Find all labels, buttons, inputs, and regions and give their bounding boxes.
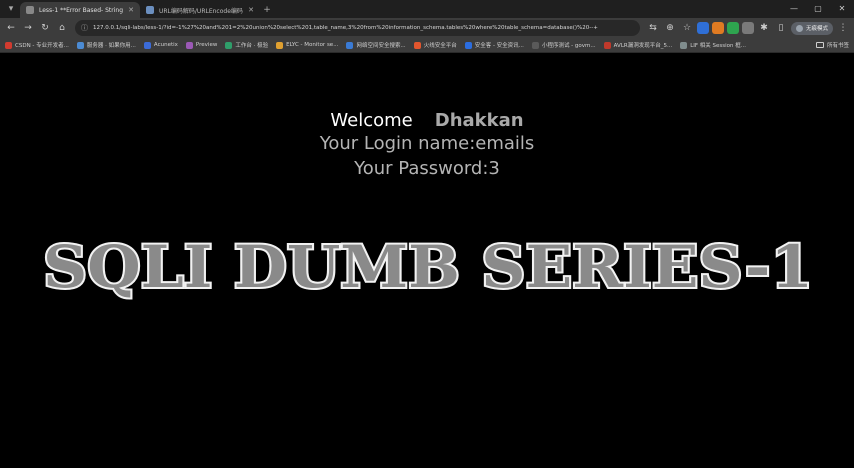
tab-favicon-icon [146, 6, 154, 14]
bookmark-item[interactable]: 工作台 · 极验 [225, 41, 268, 49]
tab-close-icon[interactable]: ✕ [128, 6, 134, 14]
bookmark-favicon-icon [680, 41, 688, 49]
close-window-icon[interactable]: ✕ [830, 0, 854, 16]
bookmark-favicon-icon [143, 41, 151, 49]
bookmark-item[interactable]: ELYC - Monitor se... [276, 41, 339, 49]
bookmark-label: 小程序测试 - govm... [541, 43, 596, 49]
menu-kebab-icon[interactable]: ⋮ [836, 21, 850, 35]
site-info-icon[interactable]: ⓘ [81, 23, 88, 33]
tab-title: Less-1 **Error Based- String** [39, 6, 124, 14]
home-icon[interactable]: ⌂ [55, 21, 69, 35]
window-controls: — ▢ ✕ [782, 0, 854, 16]
zoom-icon[interactable]: ⊕ [663, 21, 677, 35]
profile-button[interactable]: 无痕模式 [790, 21, 833, 35]
welcome-line: Welcome Dhakkan [0, 110, 854, 132]
bookmarks-bar: CSDN - 专业开发者... 服务器 · 如果你用... Acunetix P… [0, 38, 854, 53]
extensions-puzzle-icon[interactable]: ✱ [757, 21, 771, 35]
bookmark-star-icon[interactable]: ☆ [680, 21, 694, 35]
all-bookmarks-label: 所有书签 [826, 43, 849, 49]
tab-search-icon[interactable]: ▾ [4, 2, 18, 16]
bookmark-item[interactable]: 小程序测试 - govm... [531, 41, 596, 49]
bookmark-item[interactable]: Acunetix [143, 41, 178, 49]
password-text: Your Password:3 [354, 158, 500, 179]
bookmark-label: 服务器 · 如果你用... [86, 43, 136, 49]
back-icon[interactable]: ← [4, 21, 18, 35]
tab-close-icon[interactable]: ✕ [248, 6, 254, 14]
bookmark-favicon-icon [185, 41, 193, 49]
bookmark-label: ELYC - Monitor se... [286, 42, 339, 48]
tab-title: URL编码解码/URLEncode编码 [159, 7, 243, 15]
forward-icon[interactable]: → [21, 21, 35, 35]
reload-icon[interactable]: ↻ [38, 21, 52, 35]
browser-toolbar: ← → ↻ ⌂ ⓘ 127.0.0.1/sqli-labs/less-1/?id… [0, 18, 854, 38]
bookmark-label: Acunetix [153, 42, 178, 48]
bookmark-label: Preview [195, 42, 218, 48]
address-url[interactable]: 127.0.0.1/sqli-labs/less-1/?id=-1%27%20a… [93, 25, 634, 31]
incognito-icon [795, 24, 803, 32]
bookmark-item[interactable]: 火线安全平台 [413, 41, 457, 49]
bookmark-item[interactable]: CSDN - 专业开发者... [5, 41, 69, 49]
bookmark-label: 火线安全平台 [423, 43, 457, 49]
bookmark-label: LIF 相关 Session 框... [690, 43, 747, 49]
minimize-icon[interactable]: — [782, 0, 806, 16]
tab-less-1[interactable]: Less-1 **Error Based- String** ✕ [20, 2, 140, 18]
address-bar[interactable]: ⓘ 127.0.0.1/sqli-labs/less-1/?id=-1%27%2… [75, 20, 640, 36]
bookmark-favicon-icon [276, 41, 284, 49]
sqli-banner: SQLI DUMB SERIES-1 [41, 231, 815, 301]
bookmark-favicon-icon [603, 41, 611, 49]
bookmark-label: CSDN - 专业开发者... [15, 43, 69, 49]
bookmark-favicon-icon [5, 41, 12, 49]
bookmark-favicon-icon [531, 41, 539, 49]
bookmark-item[interactable]: 服务器 · 如果你用... [76, 41, 136, 49]
all-bookmarks-folder[interactable]: 所有书签 [815, 41, 849, 49]
bookmark-label: 网络空间安全搜索... [356, 43, 406, 49]
tab-urlencode[interactable]: URL编码解码/URLEncode编码 ✕ [140, 2, 260, 18]
sidebar-icon[interactable]: ▯ [774, 21, 788, 35]
bookmark-favicon-icon [225, 41, 233, 49]
bookmark-label: 工作台 · 极验 [235, 43, 269, 49]
folder-icon [815, 42, 824, 48]
maximize-icon[interactable]: ▢ [806, 0, 830, 16]
banner-text: SQLI DUMB SERIES-1 [43, 233, 813, 301]
tab-favicon-icon [26, 6, 34, 14]
profile-label: 无痕模式 [805, 26, 828, 32]
bookmark-item[interactable]: AVLR漏洞发现平台_5... [603, 41, 673, 49]
bookmark-favicon-icon [346, 41, 354, 49]
tab-strip: ▾ Less-1 **Error Based- String** ✕ URL编码… [0, 0, 854, 18]
bookmark-favicon-icon [76, 41, 84, 49]
bookmark-favicon-icon [413, 41, 421, 49]
login-name-text: Your Login name:emails [319, 133, 535, 154]
extension-icon[interactable] [741, 22, 754, 34]
brand-name: Dhakkan [434, 110, 524, 131]
translate-icon[interactable]: ⇆ [646, 21, 660, 35]
extension-icon[interactable] [711, 22, 724, 34]
extension-icon[interactable] [726, 22, 739, 34]
extension-icon[interactable] [696, 22, 709, 34]
bookmark-label: 安全客 - 安全资讯... [474, 43, 524, 49]
welcome-text: Welcome [330, 110, 413, 131]
bookmark-label: AVLR漏洞发现平台_5... [613, 43, 673, 49]
bookmark-item[interactable]: 网络空间安全搜索... [346, 41, 406, 49]
new-tab-button[interactable]: + [260, 3, 274, 17]
bookmark-favicon-icon [464, 41, 472, 49]
bookmark-item[interactable]: LIF 相关 Session 框... [680, 41, 746, 49]
bookmark-item[interactable]: Preview [185, 41, 218, 49]
page-content: Welcome Dhakkan Your Login name:emails Yo… [0, 53, 854, 468]
bookmark-item[interactable]: 安全客 - 安全资讯... [464, 41, 524, 49]
